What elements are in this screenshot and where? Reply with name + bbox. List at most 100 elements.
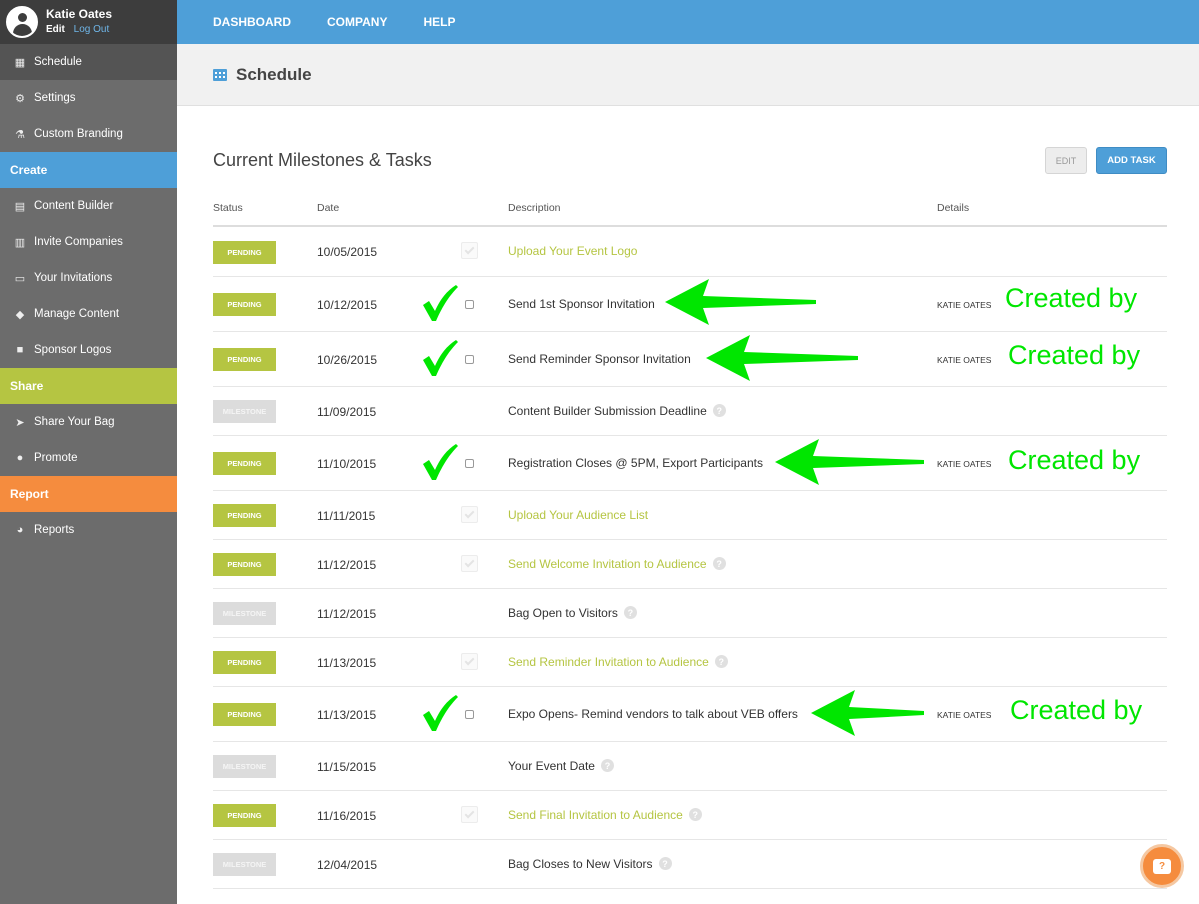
sidebar-item-invite-companies[interactable]: ▥ Invite Companies bbox=[0, 224, 177, 260]
task-description-text: Send Welcome Invitation to Audience bbox=[508, 556, 707, 571]
table-row: PENDING 11/16/2015 Send Final Invitation t… bbox=[213, 791, 1167, 840]
add-task-button[interactable]: ADD TASK bbox=[1096, 147, 1167, 174]
help-icon[interactable]: ? bbox=[688, 808, 702, 821]
sidebar-item-label: Sponsor Logos bbox=[34, 344, 112, 356]
status-badge: MILESTONE bbox=[213, 400, 276, 423]
task-checkbox[interactable] bbox=[465, 459, 474, 468]
task-date: 10/12/2015 bbox=[317, 297, 378, 312]
task-complete-checkbox[interactable] bbox=[461, 652, 478, 670]
task-checkbox[interactable] bbox=[465, 300, 474, 309]
sidebar-section-share: Share bbox=[0, 368, 177, 404]
status-badge: MILESTONE bbox=[213, 755, 276, 778]
task-description[interactable]: Send Reminder Invitation to Audience? bbox=[508, 655, 728, 669]
help-chat-button[interactable]: ? bbox=[1140, 844, 1184, 888]
task-date: 12/04/2015 bbox=[317, 857, 378, 872]
sidebar-item-content-builder[interactable]: ▤ Content Builder bbox=[0, 188, 177, 224]
table-row: MILESTONE 11/09/2015 Content Builder Submi… bbox=[213, 387, 1167, 436]
task-description-text: Upload Your Audience List bbox=[508, 507, 649, 522]
task-complete-checkbox[interactable] bbox=[461, 242, 478, 259]
sidebar-item-label: Promote bbox=[34, 452, 78, 464]
help-icon[interactable]: ? bbox=[658, 857, 672, 870]
help-icon[interactable]: ? bbox=[600, 759, 614, 772]
task-description-text: Registration Closes @ 5PM, Export Partic… bbox=[508, 455, 763, 470]
sidebar-item-label: Your Invitations bbox=[34, 272, 113, 284]
task-complete-checkbox[interactable] bbox=[461, 805, 478, 823]
sidebar-item-label: Schedule bbox=[34, 56, 82, 68]
task-details: KATIE OATES bbox=[937, 354, 992, 365]
task-date: 11/11/2015 bbox=[317, 508, 376, 523]
task-description-text: Send Reminder Sponsor Invitation bbox=[508, 351, 691, 366]
sidebar-item-settings[interactable]: ⚙ Settings bbox=[0, 80, 177, 116]
gear-icon: ⚙ bbox=[15, 92, 25, 105]
task-complete-checkbox[interactable] bbox=[461, 554, 478, 572]
nav-company[interactable]: COMPANY bbox=[327, 15, 387, 29]
task-date: 11/16/2015 bbox=[317, 808, 377, 823]
help-icon[interactable]: ? bbox=[712, 557, 726, 570]
task-description: Your Event Date? bbox=[508, 759, 614, 773]
created-by-annotation: Created by bbox=[1008, 340, 1141, 370]
task-date: 11/13/2015 bbox=[317, 655, 377, 670]
sidebar-item-manage-content[interactable]: ◆ Manage Content bbox=[0, 296, 177, 332]
task-description-text: Upload Your Event Logo bbox=[508, 244, 638, 258]
status-badge: MILESTONE bbox=[213, 853, 276, 876]
sidebar-item-schedule[interactable]: ▦ Schedule bbox=[0, 44, 177, 80]
page-title: Schedule bbox=[236, 64, 312, 84]
task-checkbox[interactable] bbox=[465, 710, 474, 719]
nav-help[interactable]: HELP bbox=[423, 15, 455, 29]
created-by-annotation: Created by bbox=[1010, 695, 1143, 725]
table-row: MILESTONE 12/04/2015 Bag Closes to New Vis… bbox=[213, 840, 1167, 889]
task-description[interactable]: Upload Your Event Logo bbox=[508, 244, 637, 258]
sidebar-item-label: Manage Content bbox=[34, 308, 120, 320]
table-row: PENDING 10/05/2015 Upload Your Event Logo bbox=[213, 227, 1167, 277]
globe-icon: ● bbox=[16, 452, 24, 464]
sidebar-section-report: Report bbox=[0, 476, 177, 512]
sidebar-item-custom-branding[interactable]: ⚗ Custom Branding bbox=[0, 116, 177, 152]
sidebar-item-label: Content Builder bbox=[34, 200, 114, 212]
user-panel: Katie Oates Edit Log Out bbox=[0, 0, 177, 44]
status-badge: PENDING bbox=[213, 240, 276, 264]
task-description[interactable]: Upload Your Audience List bbox=[508, 508, 648, 522]
user-name: Katie Oates bbox=[46, 7, 113, 21]
sidebar-item-promote[interactable]: ● Promote bbox=[0, 440, 177, 476]
help-icon[interactable]: ? bbox=[714, 655, 728, 668]
task-description: Bag Closes to New Visitors? bbox=[508, 857, 672, 871]
pie-chart-icon: ◕ bbox=[16, 524, 24, 536]
task-description[interactable]: Send Welcome Invitation to Audience? bbox=[508, 557, 726, 571]
column-details: Details bbox=[937, 202, 970, 214]
annotation-arrow-icon bbox=[775, 439, 924, 485]
briefcase-icon: ■ bbox=[16, 344, 24, 356]
calendar-icon bbox=[213, 69, 227, 81]
sidebar-item-sponsor-logos[interactable]: ■ Sponsor Logos bbox=[0, 332, 177, 368]
column-date: Date bbox=[317, 202, 340, 214]
avatar bbox=[6, 6, 38, 38]
edit-profile-link[interactable]: Edit bbox=[46, 24, 65, 35]
annotation-arrow-icon bbox=[706, 335, 858, 381]
task-description: Send 1st Sponsor Invitation bbox=[508, 297, 655, 311]
help-icon[interactable]: ? bbox=[623, 606, 637, 619]
edit-button[interactable]: EDIT bbox=[1045, 147, 1087, 174]
section-title: Current Milestones & Tasks bbox=[213, 150, 432, 170]
task-complete-checkbox[interactable] bbox=[461, 505, 478, 523]
task-date: 11/12/2015 bbox=[317, 606, 377, 621]
task-description-text: Bag Open to Visitors bbox=[508, 605, 618, 620]
question-icon: ? bbox=[1153, 858, 1171, 874]
logout-link[interactable]: Log Out bbox=[74, 24, 110, 35]
sidebar-item-your-invitations[interactable]: ▭ Your Invitations bbox=[0, 260, 177, 296]
status-badge: PENDING bbox=[213, 804, 276, 827]
task-date: 11/09/2015 bbox=[317, 404, 377, 419]
building-icon: ▥ bbox=[14, 236, 26, 249]
task-details: KATIE OATES bbox=[937, 299, 992, 310]
task-description[interactable]: Send Final Invitation to Audience? bbox=[508, 808, 702, 822]
table-row: MILESTONE 11/15/2015 Your Event Date? bbox=[213, 742, 1167, 791]
sidebar: Katie Oates Edit Log Out ▦ Schedule ⚙ Se… bbox=[0, 0, 177, 904]
help-icon[interactable]: ? bbox=[712, 404, 726, 417]
column-status: Status bbox=[213, 202, 243, 214]
sidebar-item-reports[interactable]: ◕ Reports bbox=[0, 512, 177, 548]
task-date: 11/15/2015 bbox=[317, 759, 377, 774]
sidebar-item-label: Invite Companies bbox=[34, 236, 123, 248]
annotation-checkmark-icon bbox=[423, 443, 458, 480]
task-checkbox[interactable] bbox=[465, 355, 474, 364]
table-header: Status Date Description Details bbox=[213, 202, 1167, 227]
nav-dashboard[interactable]: DASHBOARD bbox=[213, 15, 291, 29]
sidebar-item-share-your-bag[interactable]: ➤ Share Your Bag bbox=[0, 404, 177, 440]
